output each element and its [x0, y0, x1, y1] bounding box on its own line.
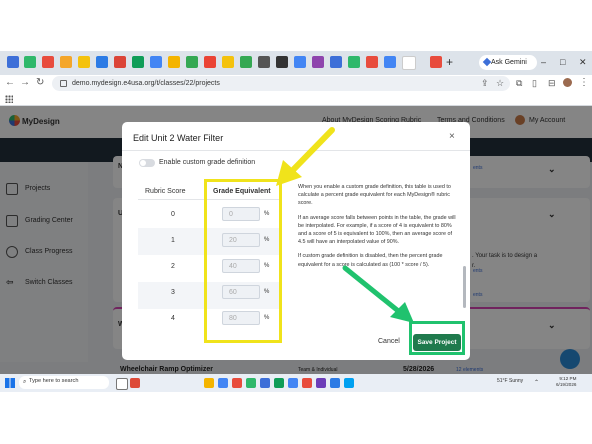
search-icon: ⌕: [23, 379, 27, 385]
taskbar-app-icon[interactable]: [288, 378, 298, 388]
clock-date: 6/19/2026: [556, 382, 577, 387]
taskbar-app-icon[interactable]: [302, 378, 312, 388]
vscode-icon[interactable]: [344, 378, 354, 388]
windows-start-icon[interactable]: [5, 378, 15, 388]
taskbar-app-icon[interactable]: [330, 378, 340, 388]
network-icon[interactable]: ⌃: [534, 379, 539, 386]
taskbar-search-placeholder[interactable]: Type here to search: [29, 378, 78, 384]
green-arrow: [342, 265, 414, 323]
taskbar-app-icon[interactable]: [260, 378, 270, 388]
taskbar-app-icon[interactable]: [316, 378, 326, 388]
taskbar-app-icon[interactable]: [232, 378, 242, 388]
system-clock[interactable]: 9:12 PM 6/19/2026: [556, 376, 576, 388]
task-view-icon[interactable]: [116, 378, 128, 390]
weather-widget[interactable]: 51°F Sunny: [497, 378, 523, 384]
yellow-arrow: [276, 127, 335, 186]
taskbar-app-icon[interactable]: [130, 378, 140, 388]
file-explorer-icon[interactable]: [204, 378, 214, 388]
taskbar-app-icon[interactable]: [246, 378, 256, 388]
chrome-icon[interactable]: [218, 378, 228, 388]
taskbar-app-icon[interactable]: [274, 378, 284, 388]
